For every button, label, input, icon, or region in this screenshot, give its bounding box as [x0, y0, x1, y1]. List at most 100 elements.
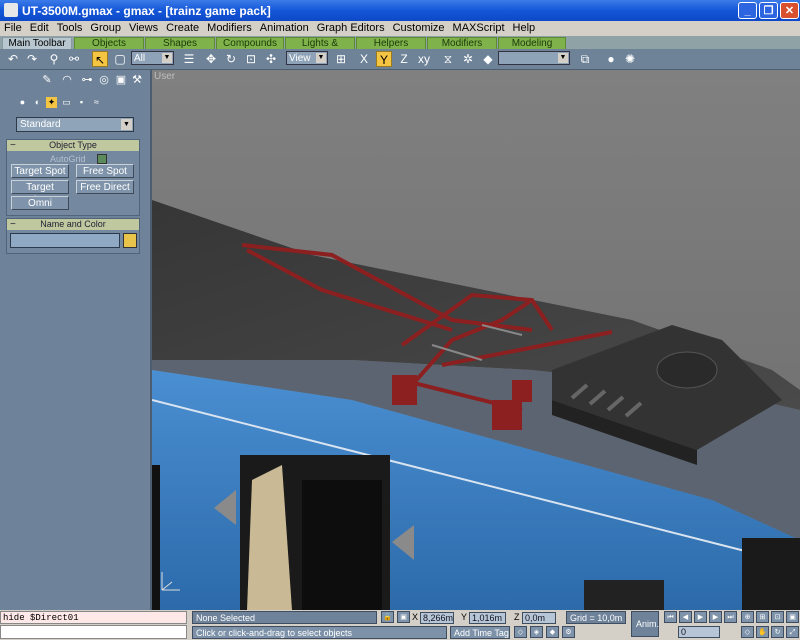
key-filter-icon[interactable]: ◈ [530, 626, 543, 638]
reference-coordinate-dropdown[interactable]: View ▼ [286, 51, 328, 65]
maxscript-listener-output[interactable]: hide $Direct01 [0, 611, 187, 624]
zoom-extents-icon[interactable]: ⊡ [771, 611, 784, 623]
restrict-plane-icon[interactable]: xy [416, 51, 432, 67]
menu-animation[interactable]: Animation [256, 21, 313, 36]
menu-customize[interactable]: Customize [389, 21, 449, 36]
name-color-header[interactable]: − Name and Color [7, 219, 139, 230]
menu-file[interactable]: File [0, 21, 26, 36]
restrict-z-icon[interactable]: Z [396, 51, 412, 67]
utilities-tab-icon[interactable]: ⚒ [130, 73, 144, 87]
move-icon[interactable]: ✥ [203, 51, 219, 67]
set-key-icon[interactable]: ◆ [546, 626, 559, 638]
select-by-name-icon[interactable]: ☰ [181, 51, 197, 67]
tab-main-toolbar[interactable]: Main Toolbar [2, 37, 72, 49]
lock-icon[interactable]: 🔒 [381, 611, 394, 623]
tab-lights-cameras[interactable]: Lights & Cameras [285, 37, 355, 61]
current-frame-field[interactable]: 0 [678, 626, 720, 638]
time-config-icon[interactable]: ⚙ [562, 626, 575, 638]
menu-views[interactable]: Views [125, 21, 162, 36]
play-icon[interactable]: ▶ [694, 611, 707, 623]
target-direct-button[interactable]: Target Direct [11, 180, 69, 206]
pan-icon[interactable]: ✋ [756, 626, 769, 638]
zoom-extents-all-icon[interactable]: ▣ [786, 611, 799, 623]
mirror-icon[interactable]: ⧖ [440, 51, 456, 67]
cameras-icon[interactable]: ▭ [61, 97, 72, 108]
object-name-field[interactable] [10, 233, 120, 248]
add-time-tag-button[interactable]: Add Time Tag [450, 626, 510, 639]
select-region-icon[interactable]: ▢ [112, 51, 128, 67]
free-direct-button[interactable]: Free Direct [76, 180, 134, 194]
category-dropdown[interactable]: Standard ▼ [16, 117, 134, 132]
tab-shapes[interactable]: Shapes [145, 37, 215, 49]
viewport-label[interactable]: User [154, 71, 175, 82]
scale-icon[interactable]: ⊡ [243, 51, 259, 67]
menu-create[interactable]: Create [162, 21, 203, 36]
shapes-icon[interactable]: ◐ [32, 97, 43, 108]
pivot-center-icon[interactable]: ⊞ [333, 51, 349, 67]
hierarchy-tab-icon[interactable]: ⊶ [80, 73, 94, 87]
select-manipulate-icon[interactable]: ✣ [263, 51, 279, 67]
helpers-icon[interactable]: ▪ [76, 97, 87, 108]
menu-tools[interactable]: Tools [53, 21, 87, 36]
render-icon[interactable]: ✺ [622, 51, 638, 67]
tab-modifiers[interactable]: Modifiers [427, 37, 497, 49]
goto-start-icon[interactable]: ⏮ [664, 611, 677, 623]
select-object-icon[interactable]: ↖ [92, 51, 108, 67]
free-spot-button[interactable]: Free Spot [76, 164, 134, 178]
redo-icon[interactable]: ↷ [24, 51, 40, 67]
menu-graph-editors[interactable]: Graph Editors [313, 21, 389, 36]
modify-tab-icon[interactable]: ◠ [60, 73, 74, 87]
autogrid-checkbox[interactable] [97, 154, 107, 164]
layer-icon[interactable]: ⧉ [577, 51, 593, 67]
align-icon[interactable]: ✲ [460, 51, 476, 67]
user-viewport[interactable] [152, 70, 800, 610]
arc-rotate-icon[interactable]: ↻ [771, 626, 784, 638]
tab-compounds[interactable]: Compounds [216, 37, 284, 49]
create-tab-icon[interactable]: ✎ [40, 73, 54, 87]
object-type-header[interactable]: − Object Type [7, 140, 139, 151]
motion-tab-icon[interactable]: ◎ [97, 73, 111, 87]
key-mode-icon[interactable]: ◇ [514, 626, 527, 638]
close-button[interactable]: ✕ [780, 2, 799, 19]
minimize-button[interactable]: _ [738, 2, 757, 19]
goto-end-icon[interactable]: ⏭ [724, 611, 737, 623]
next-frame-icon[interactable]: ▶ [709, 611, 722, 623]
zoom-all-icon[interactable]: ⊞ [756, 611, 769, 623]
restrict-y-icon[interactable]: Y [376, 51, 392, 67]
rotate-icon[interactable]: ↻ [223, 51, 239, 67]
tab-objects[interactable]: Objects [74, 37, 144, 49]
field-of-view-icon[interactable]: ◇ [741, 626, 754, 638]
menu-modifiers[interactable]: Modifiers [203, 21, 256, 36]
absolute-mode-icon[interactable]: ▣ [397, 611, 410, 623]
target-spot-button[interactable]: Target Spot [11, 164, 69, 178]
unlink-icon[interactable]: ⚯ [66, 51, 82, 67]
prev-frame-icon[interactable]: ◀ [679, 611, 692, 623]
animate-button[interactable]: Anim. [631, 611, 659, 637]
undo-icon[interactable]: ↶ [5, 51, 21, 67]
display-tab-icon[interactable]: ▣ [114, 73, 128, 87]
named-selection-dropdown[interactable]: ▼ [498, 51, 570, 65]
maxscript-listener-input[interactable] [0, 625, 187, 639]
link-icon[interactable]: ⚲ [46, 51, 62, 67]
maximize-button[interactable]: ❐ [759, 2, 778, 19]
x-coordinate-field[interactable]: 8,266m [420, 612, 454, 624]
spacewarps-icon[interactable]: ≈ [91, 97, 102, 108]
restrict-x-icon[interactable]: X [356, 51, 372, 67]
snap-icon[interactable]: ◆ [480, 51, 496, 67]
geometry-icon[interactable]: ● [17, 97, 28, 108]
selection-filter-dropdown[interactable]: All ▼ [131, 51, 174, 65]
maximize-viewport-icon[interactable]: ⤢ [786, 626, 799, 638]
lights-icon[interactable]: ✦ [46, 97, 57, 108]
menu-maxscript[interactable]: MAXScript [449, 21, 509, 36]
z-coordinate-field[interactable]: 0,0m [522, 612, 556, 624]
tab-modeling[interactable]: Modeling [498, 37, 566, 49]
material-editor-icon[interactable]: ● [603, 51, 619, 67]
omni-button[interactable]: Omni [11, 196, 69, 210]
menu-help[interactable]: Help [509, 21, 540, 36]
zoom-icon[interactable]: ⊕ [741, 611, 754, 623]
menu-group[interactable]: Group [86, 21, 125, 36]
menu-edit[interactable]: Edit [26, 21, 53, 36]
y-coordinate-field[interactable]: 1,016m [469, 612, 506, 624]
tab-helpers[interactable]: Helpers [356, 37, 426, 49]
object-color-swatch[interactable] [123, 233, 137, 248]
